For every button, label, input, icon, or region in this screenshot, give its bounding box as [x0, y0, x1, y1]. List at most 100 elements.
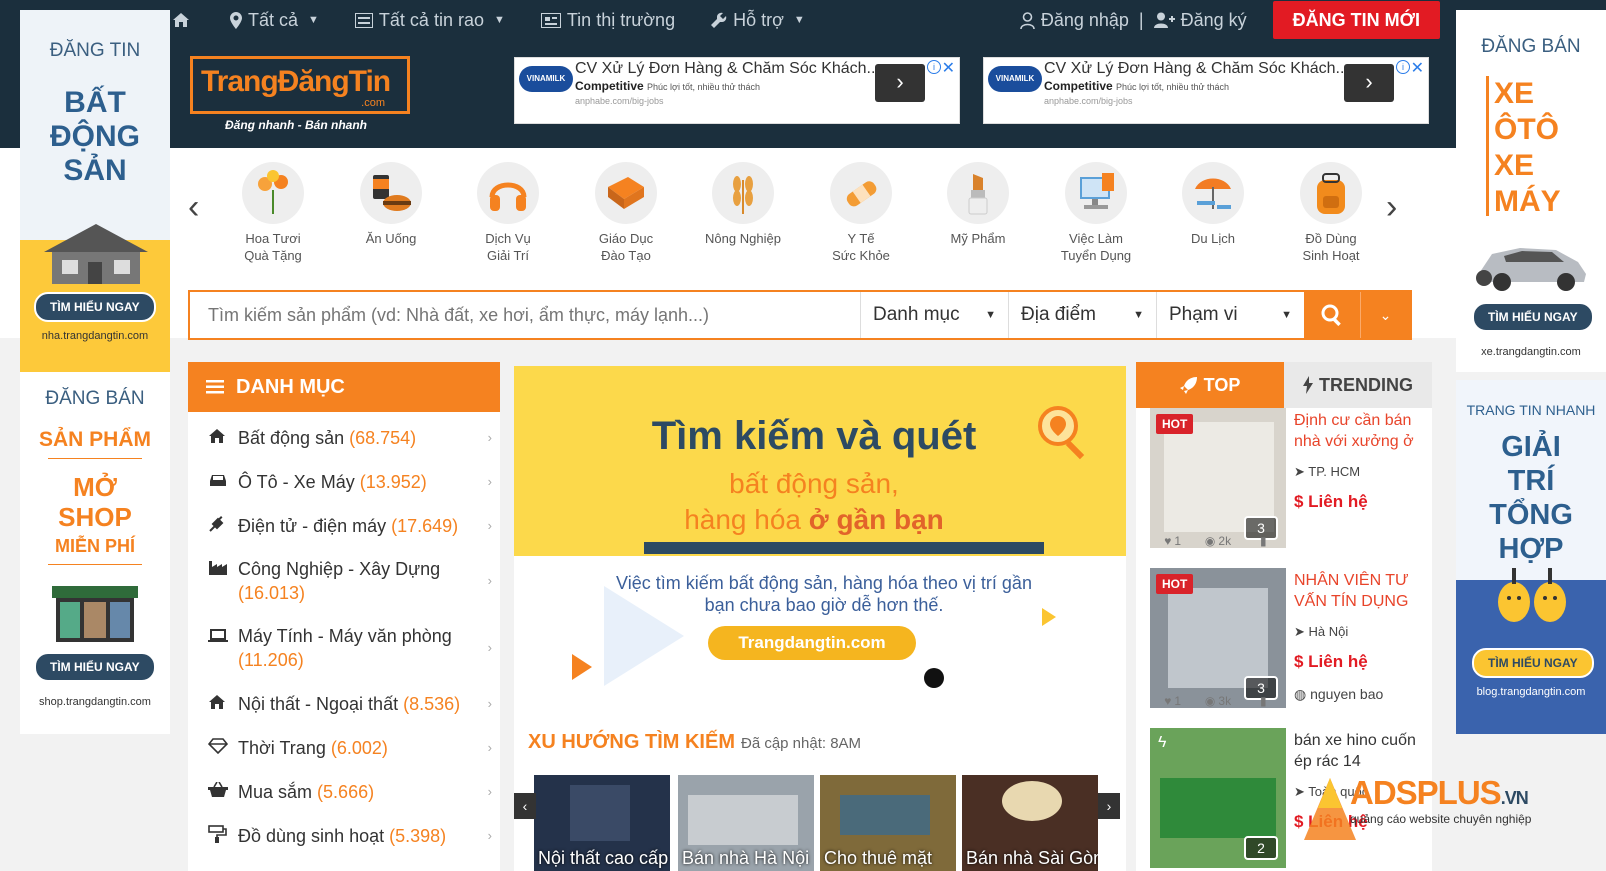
category-household[interactable]: Đồ Dùng Sinh Hoạt: [1276, 162, 1386, 264]
category-select[interactable]: Danh mục ▼: [860, 292, 1008, 338]
plug-icon: [208, 515, 230, 538]
category-label: Việc Làm Tuyển Dụng: [1041, 230, 1151, 264]
banner-url: shop.trangdangtin.com: [39, 696, 151, 708]
ad-close-icon[interactable]: ✕: [942, 58, 955, 78]
top-ad-1[interactable]: VINAMILK CV Xử Lý Đơn Hàng & Chăm Sóc Kh…: [514, 57, 960, 124]
category-panel-title: DANH MỤC: [236, 375, 345, 398]
register-label: Đăng ký: [1180, 9, 1247, 30]
post-title[interactable]: bán xe hino cuốn ép rác 14: [1294, 730, 1428, 772]
register-link[interactable]: Đăng ký: [1153, 9, 1247, 31]
post-new-listing-button[interactable]: ĐĂNG TIN MỚI: [1272, 1, 1440, 39]
trending-item-label: Nội thất cao cấp: [538, 848, 669, 868]
house-icon: [44, 224, 148, 284]
category-health[interactable]: Y Tế Sức Khỏe: [806, 162, 916, 264]
hero-banner[interactable]: Tìm kiếm và quét bất động sản, hàng hóa …: [514, 366, 1126, 711]
menu-icon: [206, 380, 224, 394]
bandage-icon: [846, 181, 877, 207]
category-entertainment[interactable]: Dịch Vụ Giải Trí: [453, 162, 563, 264]
carousel-prev-icon[interactable]: ‹: [188, 188, 199, 227]
ad-info-icon[interactable]: i: [927, 60, 941, 74]
search-input[interactable]: [190, 292, 860, 338]
trending-item[interactable]: Bán nhà Sài Gòn: [962, 775, 1098, 871]
hero-cta-button[interactable]: Trangdangtin.com: [708, 626, 916, 660]
ad-open-button[interactable]: ›: [1344, 64, 1394, 102]
post-card[interactable]: HOT 3 Định cư cần bán nhà với xưởng ở ➤ …: [1150, 408, 1426, 556]
likes[interactable]: ♥ 1: [1150, 686, 1195, 716]
site-logo[interactable]: TrangĐăngTin .com Đăng nhanh - Bán nhanh: [190, 56, 410, 136]
nav-home[interactable]: [172, 12, 190, 28]
category-cosmetics[interactable]: Mỹ Phẩm: [923, 162, 1033, 247]
ad-close-icon[interactable]: ✕: [1411, 58, 1424, 78]
tab-trending[interactable]: TRENDING: [1284, 362, 1432, 408]
home-icon: [208, 694, 230, 715]
post-card[interactable]: HOT 3 NHÂN VIÊN TƯ VẤN TÍN DỤNG ➤ Hà Nội…: [1150, 568, 1426, 716]
tab-trending-label: TRENDING: [1319, 374, 1413, 395]
carousel-next-icon[interactable]: ›: [1386, 188, 1397, 227]
slider-dot[interactable]: [924, 668, 944, 688]
category-agriculture[interactable]: Nông Nghiệp: [688, 162, 798, 247]
ad-open-button[interactable]: ›: [875, 64, 925, 102]
category-travel[interactable]: Du Lịch: [1158, 162, 1268, 247]
login-label: Đăng nhập: [1040, 9, 1129, 30]
right-banner-blog[interactable]: TRANG TIN NHANH GIẢI TRÍ TỔNG HỢP TÌM HI…: [1456, 380, 1606, 734]
category-item[interactable]: Đồ dùng sinh hoạt (5.398) ›: [188, 814, 500, 858]
bookmark-button[interactable]: ▮: [1241, 686, 1286, 716]
trending-prev-button[interactable]: ‹: [514, 793, 536, 819]
left-banner-shop[interactable]: ĐĂNG BÁN SẢN PHẨM MỞ SHOP MIỄN PHÍ TÌM H…: [20, 372, 170, 734]
category-food[interactable]: Ăn Uống: [336, 162, 446, 247]
trending-item[interactable]: Cho thuê mặt: [820, 775, 956, 871]
post-image-content: [1160, 778, 1276, 838]
nav-location[interactable]: Tất cả ▼: [230, 10, 319, 31]
thumb-image: [570, 785, 630, 841]
learn-more-button[interactable]: TÌM HIỂU NGAY: [1472, 648, 1594, 678]
category-jobs[interactable]: Việc Làm Tuyển Dụng: [1041, 162, 1151, 264]
banner-divider: [48, 458, 142, 459]
ad-info-icon[interactable]: i: [1396, 60, 1410, 74]
login-link[interactable]: Đăng nhập: [1020, 10, 1129, 31]
category-item[interactable]: Nội thất - Ngoại thất (8.536) ›: [188, 682, 500, 726]
category-flowers[interactable]: Hoa Tươi Quà Tặng: [218, 162, 328, 264]
left-banner-real-estate[interactable]: ĐĂNG TIN BẤT ĐỘNG SẢN TÌM HIỂU NGAY nha.…: [20, 10, 170, 372]
category-item[interactable]: Bất động sản (68.754) ›: [188, 416, 500, 460]
nav-market-news[interactable]: Tin thị trường: [540, 10, 675, 31]
category-item[interactable]: Ô Tô - Xe Máy (13.952) ›: [188, 460, 500, 504]
search-button[interactable]: [1304, 292, 1360, 338]
likes[interactable]: ♥ 1: [1150, 526, 1195, 556]
learn-more-button[interactable]: TÌM HIỂU NGAY: [1472, 302, 1594, 332]
category-item[interactable]: Thời Trang (6.002) ›: [188, 726, 500, 770]
post-title[interactable]: NHÂN VIÊN TƯ VẤN TÍN DỤNG: [1294, 570, 1428, 612]
logo-name: TrangĐăngTin: [201, 65, 391, 98]
post-title[interactable]: Định cư cần bán nhà với xưởng ở: [1294, 410, 1428, 452]
location-select[interactable]: Địa điểm ▼: [1008, 292, 1156, 338]
hero-sub-line: hàng hóa ở gần bạn: [514, 502, 1114, 538]
category-item[interactable]: Công Nghiệp - Xây Dựng (16.013) ›: [188, 548, 500, 614]
scope-select[interactable]: Phạm vi ▼: [1156, 292, 1304, 338]
trending-item[interactable]: Bán nhà Hà Nội: [678, 775, 814, 871]
post-location: ➤ Hà Nội: [1294, 624, 1348, 640]
category-item-count: (6.002): [330, 738, 388, 758]
trending-next-button[interactable]: ›: [1098, 793, 1120, 819]
computer-icon: [1080, 173, 1114, 209]
bookmark-button[interactable]: ▮: [1241, 526, 1286, 556]
top-ad-2[interactable]: VINAMILK CV Xử Lý Đơn Hàng & Chăm Sóc Kh…: [983, 57, 1429, 124]
learn-more-button[interactable]: TÌM HIỂU NGAY: [34, 652, 156, 682]
category-item-count: (11.206): [238, 650, 304, 670]
nav-support[interactable]: Hỗ trợ ▼: [711, 10, 805, 31]
advanced-search-toggle[interactable]: ⌄: [1360, 292, 1410, 338]
category-item-label: Công Nghiệp - Xây Dựng: [238, 559, 441, 579]
category-item[interactable]: Máy Tính - Máy văn phòng (11.206) ›: [188, 614, 500, 682]
category-education[interactable]: Giáo Dục Đào Tạo: [571, 162, 681, 264]
category-label-line: Mỹ Phẩm: [950, 231, 1006, 246]
shop-icon: [52, 586, 138, 642]
nav-all-listings[interactable]: Tất cả tin rao ▼: [354, 10, 505, 31]
learn-more-button[interactable]: TÌM HIỂU NGAY: [34, 292, 156, 322]
hero-subheadline: bất động sản, hàng hóa ở gần bạn: [514, 466, 1114, 538]
right-banner-vehicles[interactable]: ĐĂNG BÁN XE ÔTÔ XE MÁY TÌM HIỂU NGAY xe.…: [1456, 10, 1606, 372]
trending-item[interactable]: Nội thất cao cấp: [534, 775, 670, 871]
category-item[interactable]: Điện tử - điện máy (17.649) ›: [188, 504, 500, 548]
post-stats: ♥ 1 ◉ 2k ▮: [1150, 526, 1286, 556]
tab-top[interactable]: TOP: [1136, 362, 1284, 408]
category-item[interactable]: Mua sắm (5.666) ›: [188, 770, 500, 814]
banner-line: HỢP: [1498, 533, 1564, 565]
category-item-count: (68.754): [349, 428, 417, 448]
